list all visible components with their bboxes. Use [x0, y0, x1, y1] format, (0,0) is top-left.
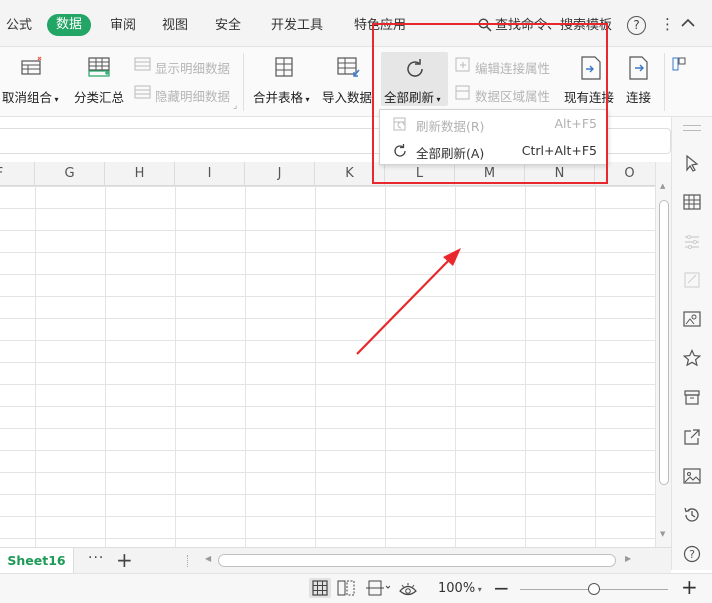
- grid-view-icon: [312, 580, 328, 596]
- zoom-level-dropdown[interactable]: 100% ▾: [438, 581, 482, 596]
- page-break-icon: [337, 580, 355, 596]
- sheet-tab[interactable]: Sheet16: [0, 548, 74, 573]
- eye-icon: [399, 583, 417, 596]
- horizontal-scroll-thumb[interactable]: [218, 554, 616, 567]
- horizontal-scrollbar[interactable]: ◀ ▶: [201, 553, 639, 568]
- more-sheets-button[interactable]: ···: [88, 550, 104, 566]
- zoom-in-button[interactable]: +: [681, 575, 698, 599]
- zoom-slider-handle[interactable]: [588, 583, 600, 595]
- status-bar: 100% ▾ − +: [0, 573, 712, 603]
- add-sheet-button[interactable]: +: [116, 548, 133, 572]
- zoom-out-button[interactable]: −: [493, 576, 510, 600]
- scroll-right-icon[interactable]: ▶: [625, 554, 631, 563]
- separator: [187, 555, 188, 567]
- normal-view-button[interactable]: [309, 578, 331, 598]
- scroll-left-icon[interactable]: ◀: [205, 554, 211, 563]
- eye-protection-button[interactable]: [398, 580, 418, 602]
- page-break-view-button[interactable]: [337, 580, 355, 600]
- page-layout-icon: [366, 580, 391, 596]
- page-layout-view-button[interactable]: [366, 580, 391, 600]
- sheet-tab-bar: Sheet16 ··· + ◀ ▶: [0, 547, 671, 573]
- annotation-arrow: [356, 248, 461, 355]
